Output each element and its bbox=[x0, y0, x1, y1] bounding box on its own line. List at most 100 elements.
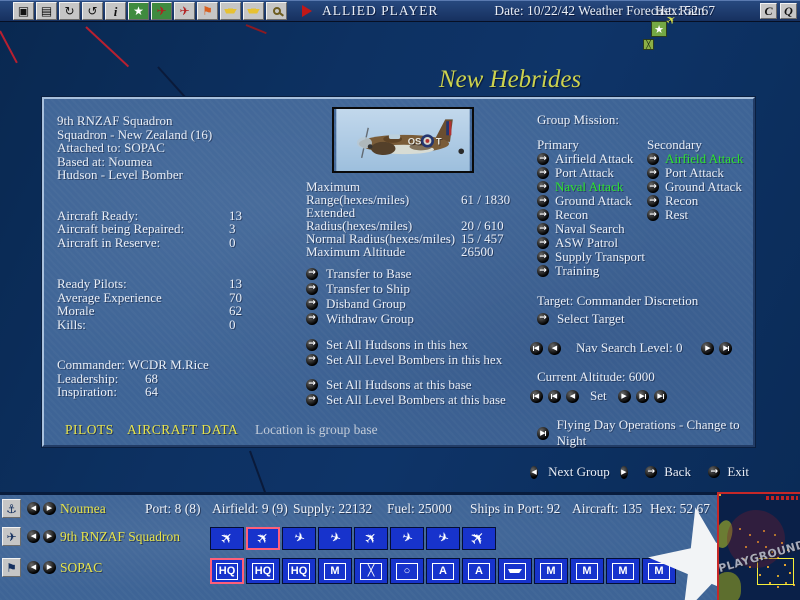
map-base-marker[interactable]: ★ bbox=[651, 21, 667, 37]
aircraft-type-button-plane-side[interactable]: ✈ bbox=[318, 527, 352, 550]
secondary-ground-attack[interactable]: →Ground Attack bbox=[647, 180, 749, 194]
combat-report-button[interactable]: C bbox=[760, 3, 777, 19]
nav-search-min-button[interactable]: ◀ bbox=[530, 342, 543, 355]
air-group-name[interactable]: 9th RNZAF Squadron bbox=[60, 529, 180, 545]
next-hq-button[interactable]: ▶ bbox=[43, 561, 56, 574]
unit-button-aviation-support[interactable]: A bbox=[426, 558, 460, 584]
set-all-bombers-base-button[interactable]: →Set All Level Bombers at this base bbox=[306, 392, 538, 407]
set-all-hudsons-base-button[interactable]: →Set All Hudsons at this base bbox=[306, 377, 538, 392]
unit-button-infantry[interactable]: ╳ bbox=[354, 558, 388, 584]
altitude-up-fast-button[interactable]: ▶ bbox=[636, 390, 649, 403]
zoom-button[interactable] bbox=[266, 2, 287, 20]
stat-row: Average Experience70 bbox=[57, 291, 302, 305]
hq-list-button[interactable]: ⚑ bbox=[2, 558, 21, 577]
task-force-button[interactable] bbox=[243, 2, 264, 20]
altitude-up-button[interactable]: ▶ bbox=[618, 390, 631, 403]
nav-search-down-button[interactable]: ◀ bbox=[548, 342, 561, 355]
mission-ground-attack[interactable]: →Ground Attack bbox=[537, 194, 647, 208]
altitude-down-button[interactable]: ◀ bbox=[566, 390, 579, 403]
save-button[interactable]: ▣ bbox=[13, 2, 34, 20]
back-button[interactable]: Back bbox=[664, 464, 691, 480]
airplane-icon: ✈ bbox=[152, 3, 171, 19]
unit-button-base-force[interactable]: M bbox=[570, 558, 604, 584]
unit-button-base-force[interactable]: M bbox=[318, 558, 352, 584]
tab-aircraft-data[interactable]: AIRCRAFT DATA bbox=[127, 422, 238, 438]
base-mode-button[interactable]: ★ bbox=[128, 2, 149, 20]
unit-button-hq[interactable]: HQ bbox=[246, 558, 280, 584]
mission-port-attack[interactable]: →Port Attack bbox=[537, 166, 647, 180]
replay-button[interactable]: ↺ bbox=[82, 2, 103, 20]
mission-training[interactable]: →Training bbox=[537, 264, 647, 278]
altitude-down-fast-button[interactable]: ◀ bbox=[548, 390, 561, 403]
aircraft-type-button-twin-bomber[interactable]: ✈ bbox=[246, 527, 280, 550]
unit-button-base-force[interactable]: M bbox=[606, 558, 640, 584]
altitude-max-button[interactable]: ▶ bbox=[654, 390, 667, 403]
exit-button[interactable]: Exit bbox=[727, 464, 749, 480]
play-turn-icon[interactable] bbox=[302, 5, 312, 17]
aircraft-type-button-plane-side[interactable]: ✈ bbox=[390, 527, 424, 550]
prev-hq-button[interactable]: ◀ bbox=[27, 561, 40, 574]
arrow-bullet-icon: → bbox=[647, 181, 659, 193]
unit-button-artillery[interactable]: ○ bbox=[390, 558, 424, 584]
arrow-bullet-icon: → bbox=[306, 298, 318, 310]
altitude-min-button[interactable]: ◀ bbox=[530, 390, 543, 403]
base-list-button[interactable]: ⚓ bbox=[2, 499, 21, 518]
flag-mode-button[interactable]: ⚑ bbox=[197, 2, 218, 20]
prev-group-button[interactable]: ◀ bbox=[530, 466, 538, 479]
bottom-bar: ⚓ ◀ ▶ Noumea Port: 8 (8) Airfield: 9 (9)… bbox=[0, 492, 800, 600]
air-group-mode-button[interactable]: ✈ bbox=[151, 2, 172, 20]
transfer-to-base-button[interactable]: →Transfer to Base bbox=[306, 266, 538, 281]
aircraft-type-button-floatplane[interactable]: ✈ bbox=[426, 527, 460, 550]
minimap-bases bbox=[719, 494, 721, 496]
unit-button-hq[interactable]: HQ bbox=[282, 558, 316, 584]
nav-search-max-button[interactable]: ▶ bbox=[719, 342, 732, 355]
unit-button-hq[interactable]: HQ bbox=[210, 558, 244, 584]
disband-group-button[interactable]: →Disband Group bbox=[306, 296, 538, 311]
mission-naval-attack[interactable]: →Naval Attack bbox=[537, 180, 647, 194]
aircraft-type-button-plane-side[interactable]: ✈ bbox=[282, 527, 316, 550]
base-name[interactable]: Noumea bbox=[60, 501, 106, 517]
ship-mode-button[interactable] bbox=[220, 2, 241, 20]
select-target-button[interactable]: →Select Target bbox=[537, 311, 749, 326]
next-group-button[interactable]: ▶ bbox=[620, 466, 628, 479]
unit-button-naval-support[interactable] bbox=[498, 558, 532, 584]
set-all-bombers-hex-button[interactable]: →Set All Level Bombers in this hex bbox=[306, 352, 538, 367]
transfer-to-ship-button[interactable]: →Transfer to Ship bbox=[306, 281, 538, 296]
mission-supply-transport[interactable]: →Supply Transport bbox=[537, 250, 647, 264]
secondary-rest[interactable]: →Rest bbox=[647, 208, 749, 222]
quit-button[interactable]: Q bbox=[780, 3, 797, 19]
arrow-bullet-icon: → bbox=[537, 237, 549, 249]
set-all-hudsons-hex-button[interactable]: →Set All Hudsons in this hex bbox=[306, 337, 538, 352]
mission-recon[interactable]: →Recon bbox=[537, 208, 647, 222]
aircraft-type-button-heavy-bomber[interactable]: ✈ bbox=[462, 527, 496, 550]
secondary-airfield-attack[interactable]: →Airfield Attack bbox=[647, 152, 749, 166]
report-button[interactable]: ▤ bbox=[36, 2, 57, 20]
aircraft-type-button-twin-bomber[interactable]: ✈ bbox=[210, 527, 244, 550]
aircraft-transfer-button[interactable]: ✈ bbox=[174, 2, 195, 20]
air-group-list-button[interactable]: ✈ bbox=[2, 527, 21, 546]
nav-search-up-button[interactable]: ▶ bbox=[701, 342, 714, 355]
next-base-button[interactable]: ▶ bbox=[43, 502, 56, 515]
tab-pilots[interactable]: PILOTS bbox=[65, 422, 114, 437]
mission-asw-patrol[interactable]: →ASW Patrol bbox=[537, 236, 647, 250]
mission-naval-search[interactable]: →Naval Search bbox=[537, 222, 647, 236]
aviation-symbol: A bbox=[432, 563, 454, 580]
end-turn-button[interactable]: ↻ bbox=[59, 2, 80, 20]
hq-name[interactable]: SOPAC bbox=[60, 560, 102, 576]
secondary-recon[interactable]: →Recon bbox=[647, 194, 749, 208]
arrow-bullet-icon: → bbox=[306, 313, 318, 325]
aircraft-type-button-twin-bomber[interactable]: ✈ bbox=[354, 527, 388, 550]
svg-text:T: T bbox=[436, 136, 442, 147]
unit-button-base-force[interactable]: M bbox=[534, 558, 568, 584]
next-air-group-button[interactable]: ▶ bbox=[43, 530, 56, 543]
info-button[interactable]: i bbox=[105, 2, 126, 20]
withdraw-group-button[interactable]: →Withdraw Group bbox=[306, 311, 538, 326]
secondary-port-attack[interactable]: →Port Attack bbox=[647, 166, 749, 180]
prev-base-button[interactable]: ◀ bbox=[27, 502, 40, 515]
prev-air-group-button[interactable]: ◀ bbox=[27, 530, 40, 543]
mission-airfield-attack[interactable]: →Airfield Attack bbox=[537, 152, 647, 166]
minimap[interactable]: PLAYGROUND bbox=[717, 492, 800, 600]
base-force-symbol: M bbox=[540, 563, 562, 580]
map-fort-marker[interactable]: ╳ bbox=[643, 39, 654, 50]
unit-button-aviation-support[interactable]: A bbox=[462, 558, 496, 584]
